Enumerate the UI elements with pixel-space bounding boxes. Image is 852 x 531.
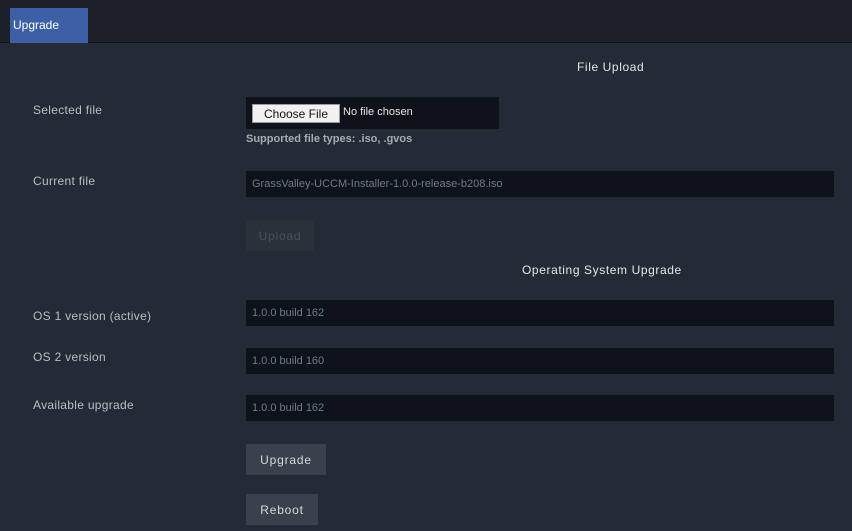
file-picker: Choose File No file chosen bbox=[246, 97, 499, 129]
available-upgrade-label: Available upgrade bbox=[33, 398, 134, 412]
tab-bar: Upgrade bbox=[0, 0, 852, 43]
supported-file-types: Supported file types: .iso, .gvos bbox=[246, 133, 413, 145]
os1-version-label: OS 1 version (active) bbox=[33, 309, 152, 323]
current-file-field[interactable] bbox=[246, 171, 834, 197]
upgrade-button[interactable]: Upgrade bbox=[246, 444, 326, 475]
os1-version-field[interactable] bbox=[246, 300, 834, 326]
tab-upgrade[interactable]: Upgrade bbox=[10, 8, 88, 43]
available-upgrade-field[interactable] bbox=[246, 395, 834, 421]
file-upload-title: File Upload bbox=[577, 60, 645, 74]
choose-file-button[interactable]: Choose File bbox=[252, 104, 340, 123]
upload-button[interactable]: Upload bbox=[246, 220, 314, 251]
os2-version-label: OS 2 version bbox=[33, 350, 106, 364]
current-file-label: Current file bbox=[33, 174, 96, 188]
reboot-button[interactable]: Reboot bbox=[246, 494, 318, 525]
os2-version-field[interactable] bbox=[246, 348, 834, 374]
os-upgrade-title: Operating System Upgrade bbox=[522, 263, 682, 277]
selected-file-label: Selected file bbox=[33, 103, 103, 117]
no-file-text: No file chosen bbox=[343, 106, 413, 118]
